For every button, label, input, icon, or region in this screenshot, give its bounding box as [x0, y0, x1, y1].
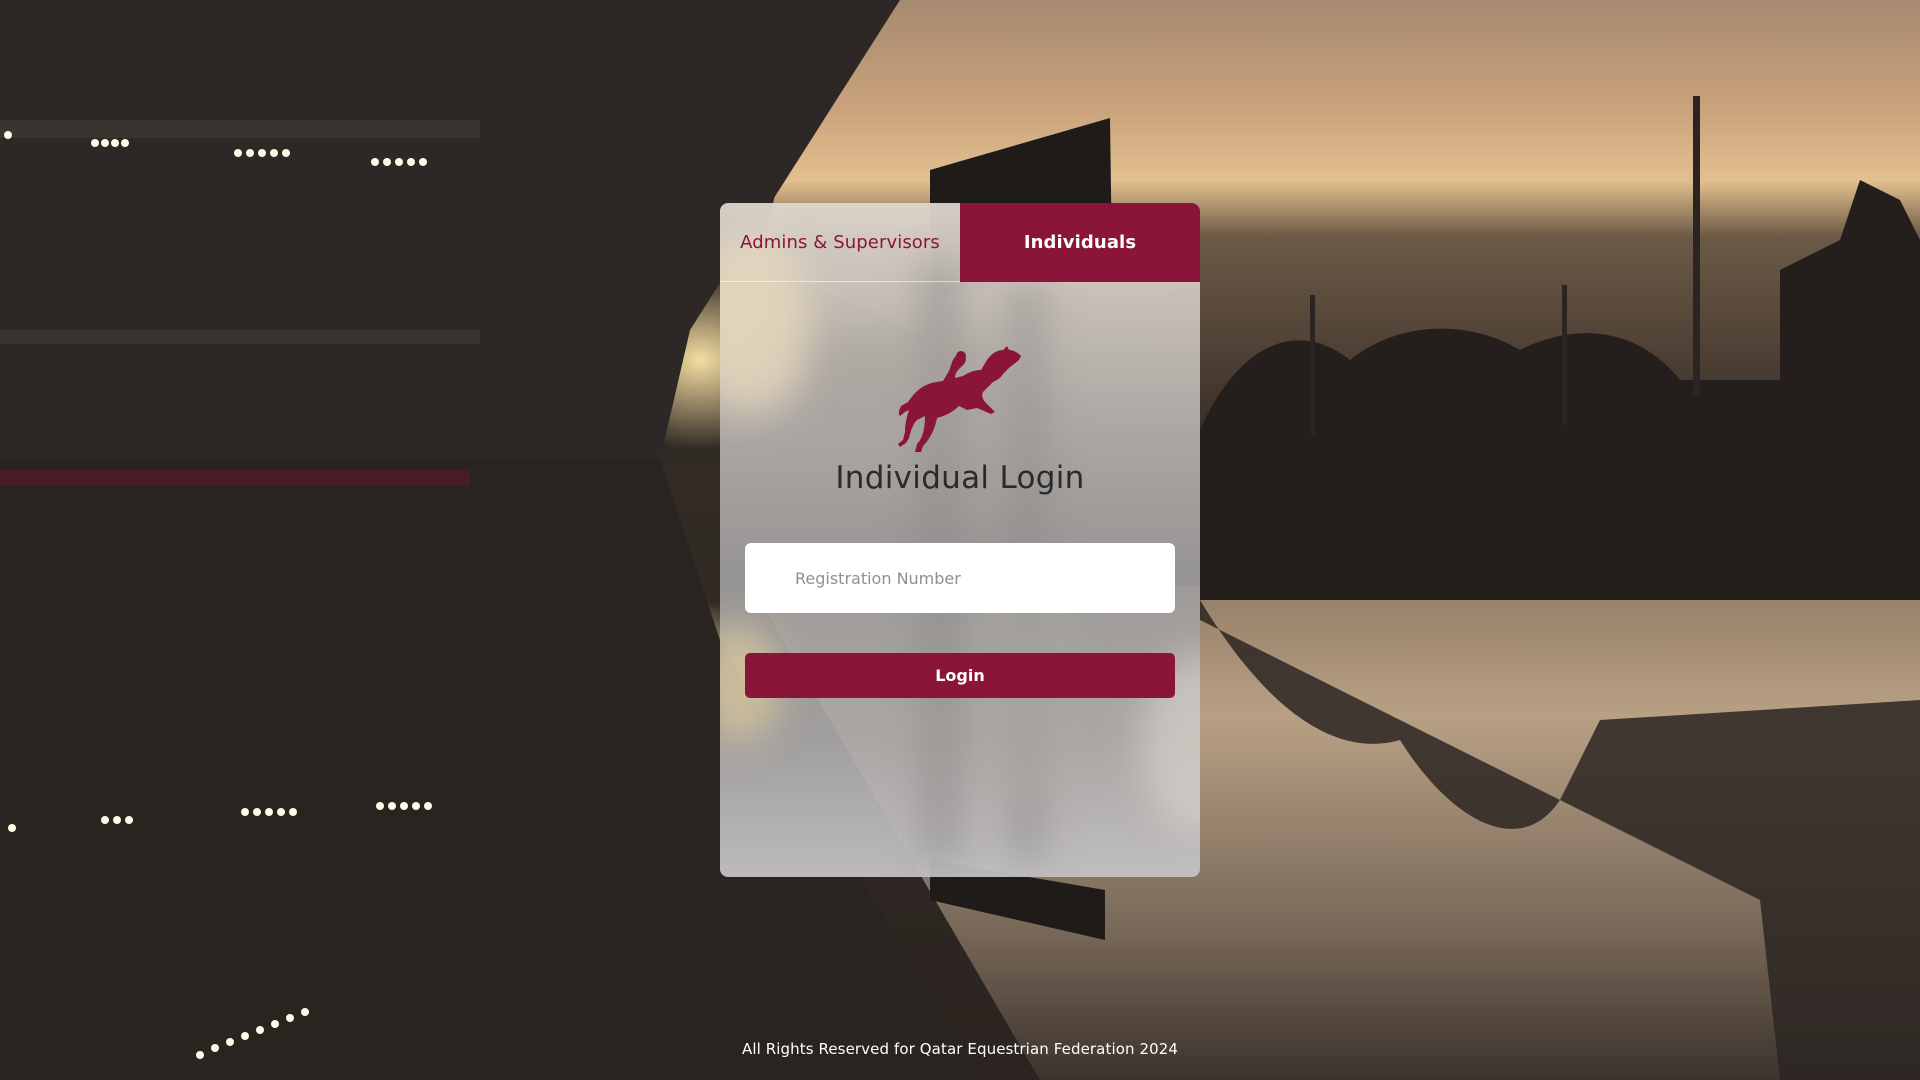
page-title: Individual Login — [835, 460, 1085, 496]
tab-admins-supervisors[interactable]: Admins & Supervisors — [720, 203, 960, 282]
login-button[interactable]: Login — [745, 653, 1175, 698]
registration-number-field-wrapper — [745, 543, 1175, 613]
login-panel: Admins & Supervisors Individuals — [720, 203, 1200, 877]
login-tabs: Admins & Supervisors Individuals — [720, 203, 1200, 282]
registration-number-input[interactable] — [745, 543, 1175, 613]
tab-individuals[interactable]: Individuals — [960, 203, 1200, 282]
panel-blur-texture — [720, 203, 1200, 863]
footer-copyright: All Rights Reserved for Qatar Equestrian… — [741, 1040, 1179, 1058]
show-jumping-horse-icon — [895, 340, 1025, 455]
